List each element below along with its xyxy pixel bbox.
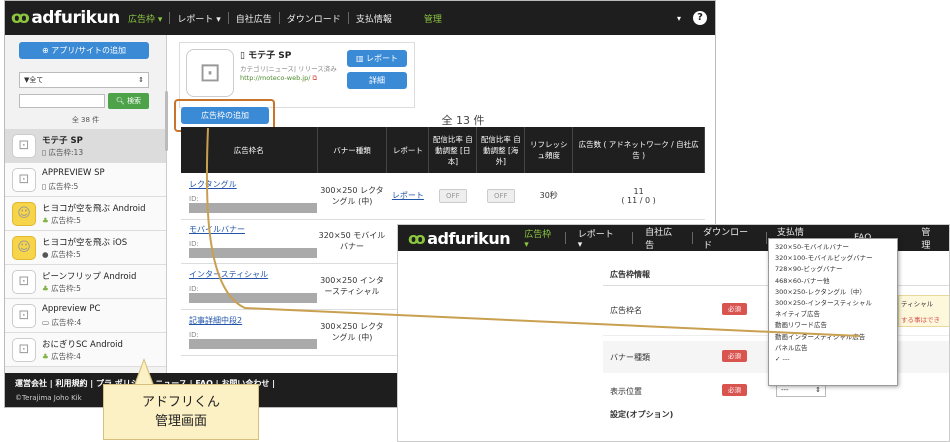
callout-line-2: 管理画面 (154, 414, 207, 429)
connector-path (205, 127, 861, 337)
callout-line-1: アドフリくん (141, 395, 220, 410)
callout-pointer-fill (135, 361, 153, 386)
callout-label: アドフリくん 管理画面 (103, 384, 259, 440)
